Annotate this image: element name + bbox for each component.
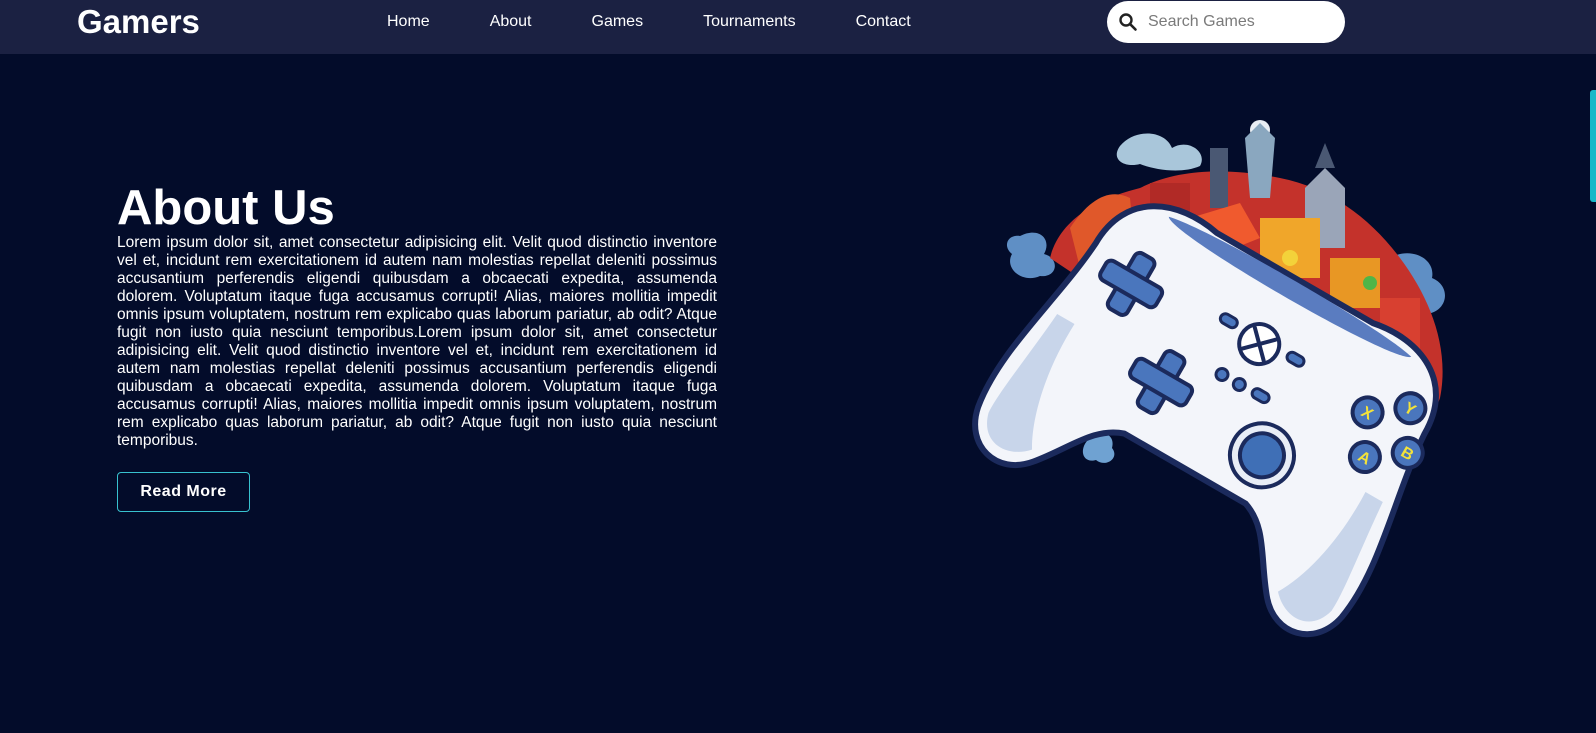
navbar: Gamers Home About Games Tournaments Cont…	[0, 0, 1596, 54]
nav-link-about[interactable]: About	[490, 13, 532, 31]
game-controller-illustration: X Y A B	[960, 108, 1500, 638]
nav-link-games[interactable]: Games	[592, 13, 644, 31]
search-icon	[1118, 12, 1138, 32]
search-box[interactable]	[1107, 1, 1345, 43]
nav-links: Home About Games Tournaments Contact	[387, 0, 911, 44]
read-more-button[interactable]: Read More	[117, 472, 250, 512]
nav-link-tournaments[interactable]: Tournaments	[703, 13, 796, 31]
about-title: About Us	[117, 181, 335, 235]
nav-link-contact[interactable]: Contact	[856, 13, 911, 31]
brand-logo[interactable]: Gamers	[77, 4, 200, 40]
about-body: Lorem ipsum dolor sit, amet consectetur …	[117, 234, 717, 449]
about-section: About Us Lorem ipsum dolor sit, amet con…	[117, 180, 717, 512]
nav-link-home[interactable]: Home	[387, 13, 430, 31]
search-input[interactable]	[1146, 12, 1336, 32]
scroll-indicator[interactable]	[1590, 90, 1596, 202]
